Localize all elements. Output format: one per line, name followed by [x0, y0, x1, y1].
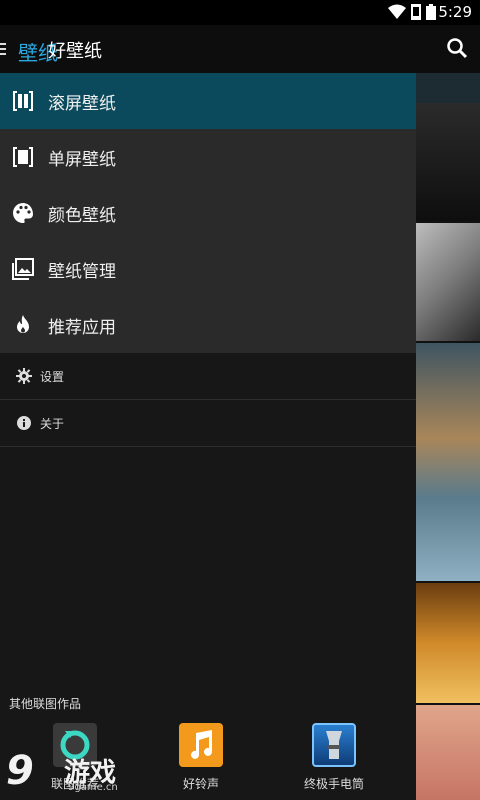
clock: 5:29 — [438, 3, 472, 21]
app-link-ringtone[interactable]: 好铃声 — [146, 723, 256, 792]
app-label: 好铃声 — [182, 777, 219, 791]
info-icon — [16, 415, 32, 431]
drawer-item-color-wallpaper[interactable]: 颜色壁纸 — [0, 185, 416, 241]
flame-icon — [12, 314, 34, 336]
drawer-primary-section: 滚屏壁纸 单屏壁纸 颜色壁纸 壁纸管理 推荐应用 — [0, 73, 416, 353]
drawer-item-label: 关于 — [40, 416, 65, 431]
app-link-flashlight[interactable]: 终极手电筒 — [279, 723, 389, 792]
flashlight-icon — [312, 723, 356, 767]
app-label: 终极手电筒 — [303, 777, 364, 791]
drawer-item-label: 颜色壁纸 — [48, 205, 116, 226]
wifi-icon — [388, 4, 406, 19]
search-icon[interactable] — [446, 37, 468, 59]
drawer-item-wallpaper-manage[interactable]: 壁纸管理 — [0, 241, 416, 297]
wallpaper-list-background — [416, 73, 480, 800]
status-bar: 5:29 — [0, 0, 480, 25]
scroll-wallpaper-icon — [12, 90, 34, 112]
image-manage-icon — [12, 258, 34, 280]
sim-icon — [411, 4, 421, 20]
single-wallpaper-icon — [12, 146, 34, 168]
navigation-drawer: 滚屏壁纸 单屏壁纸 颜色壁纸 壁纸管理 推荐应用 设置 关于 其他联图作品 联图… — [0, 73, 416, 800]
wallpaper-thumb[interactable] — [416, 73, 480, 103]
wallpaper-thumb[interactable] — [416, 583, 480, 703]
drawer-item-single-wallpaper[interactable]: 单屏壁纸 — [0, 129, 416, 185]
drawer-item-label: 滚屏壁纸 — [48, 93, 116, 114]
drawer-item-scroll-wallpaper[interactable]: 滚屏壁纸 — [0, 73, 416, 129]
wallpaper-thumb[interactable] — [416, 103, 480, 221]
drawer-item-label: 壁纸管理 — [48, 261, 116, 282]
drawer-item-label: 单屏壁纸 — [48, 149, 116, 170]
watermark-url: 9game.cn — [68, 782, 118, 793]
gear-icon — [16, 368, 32, 384]
battery-icon — [426, 4, 436, 20]
drawer-item-settings[interactable]: 设置 — [0, 353, 416, 400]
wallpaper-thumb[interactable] — [416, 705, 480, 800]
drawer-item-label: 推荐应用 — [48, 317, 116, 338]
menu-icon[interactable] — [0, 41, 8, 57]
wallpaper-thumb[interactable] — [416, 343, 480, 581]
wallpaper-thumb[interactable] — [416, 223, 480, 341]
watermark: 9 游戏 9game.cn — [0, 748, 140, 800]
action-bar: 壁纸 好壁纸 — [0, 25, 480, 73]
drawer-item-about[interactable]: 关于 — [0, 400, 416, 447]
music-note-icon — [179, 723, 223, 767]
drawer-item-recommended-apps[interactable]: 推荐应用 — [0, 297, 416, 353]
drawer-item-label: 设置 — [40, 369, 65, 384]
app-title: 好壁纸 — [48, 41, 102, 62]
other-apps-title: 其他联图作品 — [9, 697, 82, 711]
palette-icon — [12, 202, 34, 224]
watermark-number: 9 — [6, 748, 34, 794]
